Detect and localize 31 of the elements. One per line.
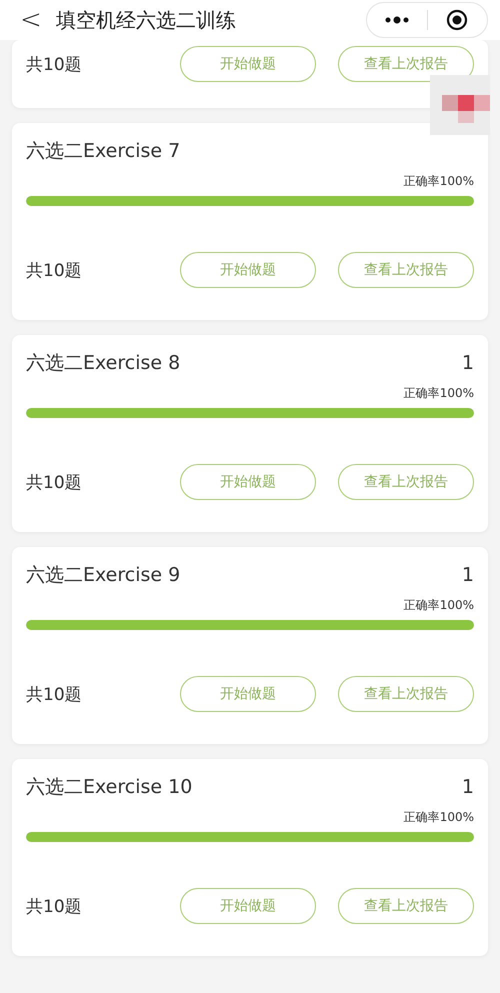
exercise-title: 六选二Exercise 9 [26,563,180,588]
report-button[interactable]: 查看上次报告 [338,888,474,924]
accuracy-label: 正确率100% [404,385,474,402]
score: 1 [462,776,474,798]
report-button[interactable]: 查看上次报告 [338,464,474,500]
exercise-title: 六选二Exercise 8 [26,351,180,376]
exercise-title: 六选二Exercise 7 [26,139,180,164]
accuracy-label: 正确率100% [404,809,474,826]
question-count: 共10题 [26,896,83,918]
report-button[interactable]: 查看上次报告 [338,252,474,288]
start-button[interactable]: 开始做题 [180,252,316,288]
report-button[interactable]: 查看上次报告 [338,676,474,712]
start-button[interactable]: 开始做题 [180,464,316,500]
close-icon[interactable] [446,9,468,31]
question-count: 共10题 [26,684,83,706]
exercise-title: 六选二Exercise 10 [26,775,192,800]
start-button[interactable]: 开始做题 [180,888,316,924]
score: 1 [462,564,474,586]
accuracy-label: 正确率100% [404,597,474,614]
question-count: 共10题 [26,260,83,282]
accuracy-label: 正确率100% [404,173,474,190]
more-icon[interactable] [384,16,410,24]
page-title: 填空机经六选二训练 [56,6,237,34]
score: 1 [462,352,474,374]
start-button[interactable]: 开始做题 [180,676,316,712]
question-count: 共10题 [26,472,83,494]
question-count: 共10题 [26,54,83,76]
back-button[interactable]: < [20,7,42,33]
report-button[interactable]: 查看上次报告 [338,46,474,82]
pixelated-thumbnail [430,75,490,135]
start-button[interactable]: 开始做题 [180,46,316,82]
